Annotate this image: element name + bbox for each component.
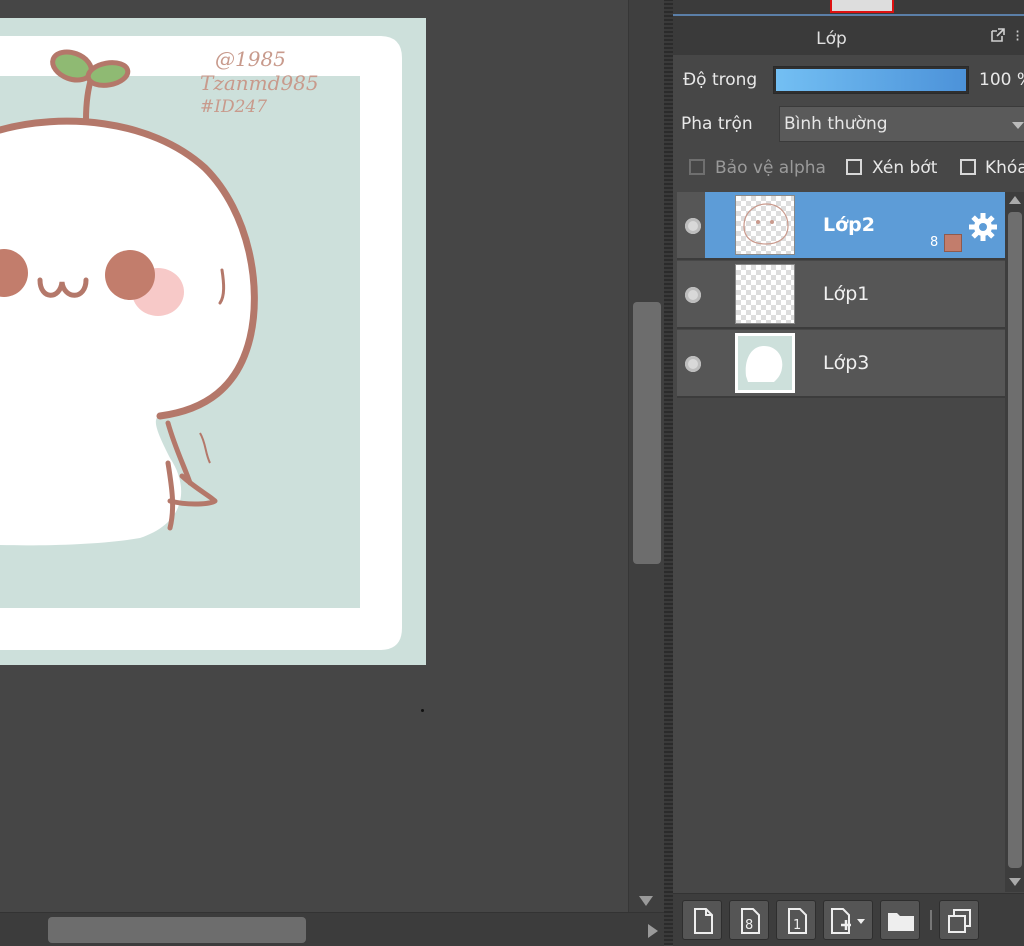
canvas-dot bbox=[421, 709, 424, 712]
layer-thumbnail bbox=[735, 333, 795, 393]
layer-row-lop2[interactable]: Lớp2 8 bbox=[677, 192, 1005, 260]
layer-list: Lớp2 8 Lớp1 Lớp3 bbox=[677, 192, 1005, 892]
clipping-label: Xén bớt bbox=[872, 158, 938, 178]
blend-mode-label: Pha trộn bbox=[681, 114, 753, 134]
scroll-up-arrow-icon[interactable] bbox=[1009, 196, 1021, 204]
new-1bit-layer-icon: 1 bbox=[788, 908, 807, 934]
signature-line-2: Tzanmd985 bbox=[200, 71, 319, 95]
opacity-value: 100 % bbox=[979, 70, 1024, 90]
canvas-horizontal-scrollbar[interactable] bbox=[0, 912, 664, 946]
canvas-vertical-scrollbar[interactable] bbox=[628, 0, 665, 912]
svg-text:1: 1 bbox=[793, 918, 801, 933]
add-layer-dropdown-button[interactable] bbox=[823, 900, 873, 940]
canvas-horizontal-scroll-thumb[interactable] bbox=[48, 917, 306, 943]
layer-color-swatch[interactable] bbox=[944, 234, 962, 252]
add-layer-dropdown-icon bbox=[831, 908, 865, 934]
toolbar-separator bbox=[930, 910, 932, 930]
navigator-strip bbox=[673, 0, 1024, 14]
signature-line-1: @1985 bbox=[215, 47, 286, 71]
panel-splitter[interactable] bbox=[664, 0, 673, 945]
layer-row-lop1[interactable]: Lớp1 bbox=[677, 261, 1005, 329]
opacity-slider-fill bbox=[776, 69, 966, 91]
layer-list-scroll-thumb[interactable] bbox=[1008, 212, 1022, 868]
layer-name[interactable]: Lớp2 bbox=[823, 214, 875, 236]
duplicate-layer-icon bbox=[948, 909, 971, 933]
layer-name[interactable]: Lớp3 bbox=[823, 352, 869, 374]
brush-count-badge: 8 bbox=[930, 235, 939, 250]
scroll-down-arrow-icon[interactable] bbox=[1009, 878, 1021, 886]
clipping-checkbox[interactable] bbox=[846, 159, 862, 175]
panel-title: Lớp bbox=[816, 29, 847, 49]
chevron-down-icon bbox=[1012, 122, 1024, 129]
lock-checkbox[interactable] bbox=[960, 159, 976, 175]
scroll-down-arrow-icon[interactable] bbox=[639, 896, 653, 906]
new-8bit-layer-button[interactable]: 8 bbox=[729, 900, 769, 940]
opacity-label: Độ trong bbox=[683, 70, 758, 90]
visibility-eye-icon[interactable] bbox=[685, 287, 701, 303]
layer-panel: Lớp ⁝ Độ trong 100 % Pha trộn Bình thườn… bbox=[673, 0, 1024, 946]
navigator-thumbnail[interactable] bbox=[830, 0, 894, 13]
signature-line-3: #ID247 bbox=[200, 97, 267, 117]
layer-toolbar: 8 1 bbox=[673, 893, 1024, 946]
gear-icon[interactable] bbox=[968, 212, 998, 242]
blend-mode-select[interactable]: Bình thường bbox=[779, 106, 1024, 142]
duplicate-layer-button[interactable] bbox=[939, 900, 979, 940]
new-1bit-layer-button[interactable]: 1 bbox=[776, 900, 816, 940]
scroll-right-arrow-icon[interactable] bbox=[648, 924, 658, 938]
lock-label: Khóa bbox=[985, 158, 1024, 178]
panel-menu-icon[interactable]: ⁝ bbox=[1015, 26, 1020, 45]
layer-panel-header: Lớp ⁝ bbox=[673, 14, 1024, 55]
artwork-canvas[interactable]: @1985 Tzanmd985 #ID247 bbox=[0, 18, 426, 665]
layer-name[interactable]: Lớp1 bbox=[823, 283, 869, 305]
new-layer-button[interactable] bbox=[682, 900, 722, 940]
new-folder-icon bbox=[888, 913, 914, 931]
new-folder-button[interactable] bbox=[880, 900, 920, 940]
artwork-illustration: @1985 Tzanmd985 #ID247 bbox=[0, 18, 426, 665]
visibility-eye-icon[interactable] bbox=[685, 218, 701, 234]
new-layer-icon bbox=[694, 908, 713, 934]
canvas-area[interactable]: @1985 Tzanmd985 #ID247 bbox=[0, 0, 630, 912]
opacity-slider[interactable] bbox=[773, 66, 969, 94]
new-8bit-layer-icon: 8 bbox=[741, 908, 760, 934]
protect-alpha-label: Bảo vệ alpha bbox=[715, 158, 826, 178]
blend-mode-value: Bình thường bbox=[784, 114, 888, 134]
layer-row-lop3[interactable]: Lớp3 bbox=[677, 330, 1005, 398]
protect-alpha-checkbox[interactable] bbox=[689, 159, 705, 175]
layer-list-scrollbar[interactable] bbox=[1005, 192, 1024, 892]
popout-icon[interactable] bbox=[991, 28, 1005, 42]
layer-thumbnail bbox=[735, 195, 795, 255]
svg-text:8: 8 bbox=[745, 918, 753, 933]
visibility-eye-icon[interactable] bbox=[685, 356, 701, 372]
canvas-vertical-scroll-thumb[interactable] bbox=[633, 302, 661, 564]
layer-thumbnail bbox=[735, 264, 795, 324]
